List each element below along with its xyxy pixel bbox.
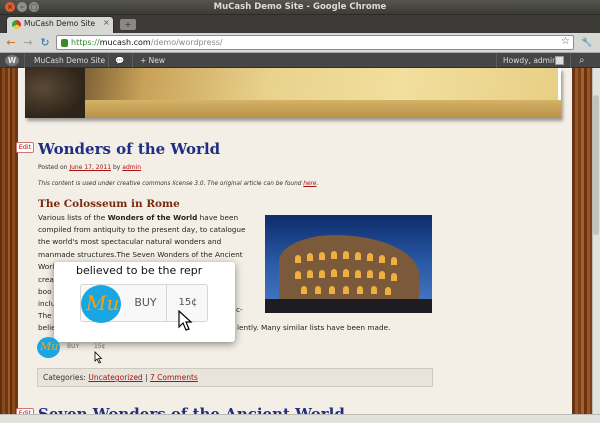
edit-post-button[interactable]: Edit xyxy=(16,142,34,153)
address-bar[interactable]: https://mucash.com/demo/wordpress/ ☆ xyxy=(56,35,574,50)
post-date-link[interactable]: June 17, 2011 xyxy=(69,164,111,171)
license-notice: This content is used under creative comm… xyxy=(38,181,319,187)
comments-link[interactable]: 7 Comments xyxy=(150,373,198,382)
bookmark-star-icon[interactable]: ☆ xyxy=(561,36,570,47)
mucash-logo-icon: Mu xyxy=(81,285,121,323)
admin-bar-separator xyxy=(496,53,497,68)
post-meta: Posted on June 17, 2011 by admin xyxy=(38,164,142,171)
wood-border-right xyxy=(572,68,592,423)
header-dune xyxy=(85,100,561,118)
cursor-icon xyxy=(178,310,193,331)
post-author-link[interactable]: admin xyxy=(122,164,141,171)
tab-close-icon[interactable]: × xyxy=(103,18,110,27)
buy-button[interactable]: BUY xyxy=(67,343,79,350)
colosseum-photo xyxy=(265,215,432,313)
admin-bar-new[interactable]: + New xyxy=(140,53,165,68)
comments-icon[interactable]: 💬 xyxy=(115,53,124,68)
zoom-popup: believed to be the repr Mu BUY 15¢ xyxy=(54,262,235,342)
tab-title: MuCash Demo Site xyxy=(24,19,96,28)
scrollbar-thumb[interactable] xyxy=(593,95,599,235)
mucash-logo-icon: Mu xyxy=(37,337,60,358)
price-label: 15¢ xyxy=(94,343,106,350)
new-tab-button[interactable]: + xyxy=(120,19,136,30)
window-title: MuCash Demo Site - Google Chrome xyxy=(213,2,387,12)
reload-button[interactable]: ↻ xyxy=(37,35,53,51)
zoom-popup-text: believed to be the repr xyxy=(76,264,203,277)
body-line: the world's most spectacular natural won… xyxy=(38,237,222,246)
lock-icon xyxy=(61,39,68,47)
body-line-tail: lently. Many similar lists have been mad… xyxy=(237,323,391,332)
avatar[interactable] xyxy=(555,56,564,65)
back-button[interactable]: ← xyxy=(3,35,19,51)
buy-button[interactable]: BUY xyxy=(125,285,167,321)
wood-border-left xyxy=(0,68,18,423)
admin-bar-separator xyxy=(108,53,109,68)
url-text[interactable]: https://mucash.com/demo/wordpress/ xyxy=(71,38,223,47)
horizontal-scrollbar[interactable] xyxy=(0,414,600,423)
body-line: compiled from antiquity to the present d… xyxy=(38,225,246,234)
admin-bar-greeting[interactable]: Howdy, admin xyxy=(503,53,557,68)
search-icon[interactable]: ⌕ xyxy=(579,53,585,68)
browser-tab[interactable]: MuCash Demo Site × xyxy=(6,16,114,33)
body-line: boo xyxy=(38,287,52,296)
body-line: manmade structures.The Seven Wonders of … xyxy=(38,250,243,259)
header-camel-figure xyxy=(25,68,85,118)
wordpress-logo-icon[interactable]: W xyxy=(5,55,19,66)
body-line: Various lists of the Wonders of the Worl… xyxy=(38,213,239,222)
admin-bar-site-name[interactable]: MuCash Demo Site xyxy=(34,53,105,68)
body-line: The xyxy=(38,311,52,320)
license-link[interactable]: here xyxy=(303,181,316,187)
body-line: inclu xyxy=(38,299,56,308)
body-line: crea xyxy=(38,275,54,284)
category-link[interactable]: Uncategorized xyxy=(88,373,142,382)
forward-button[interactable]: → xyxy=(20,35,36,51)
post-title[interactable]: Wonders of the World xyxy=(38,140,220,158)
admin-bar-separator xyxy=(132,53,133,68)
favicon-icon xyxy=(12,20,21,29)
post-subtitle: The Colosseum in Rome xyxy=(38,198,180,210)
post-footer: Categories: Uncategorized | 7 Comments xyxy=(37,368,433,387)
wrench-menu-icon[interactable]: 🔧 xyxy=(579,35,595,51)
admin-bar-separator xyxy=(24,53,25,68)
admin-bar-separator xyxy=(570,53,571,68)
body-fragment: c- xyxy=(236,305,243,314)
cursor-icon xyxy=(94,351,103,364)
post-categories: Categories: Uncategorized | 7 Comments xyxy=(43,373,198,382)
